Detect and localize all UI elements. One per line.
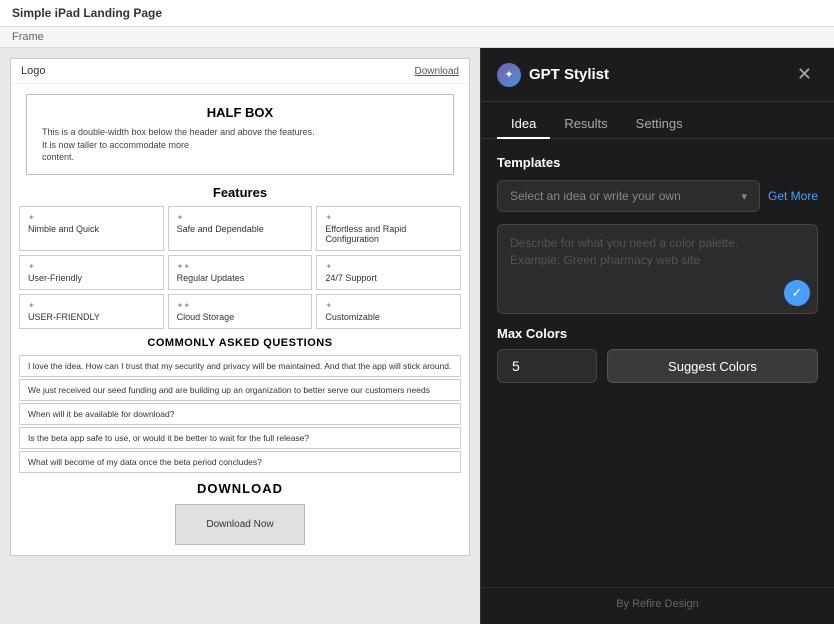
tab-results[interactable]: Results [550, 110, 621, 139]
preview-logo: Logo [21, 65, 45, 77]
faq-item: What will become of my data once the bet… [19, 451, 461, 473]
half-box: HALF BOX This is a double-width box belo… [26, 94, 454, 175]
footer-text: By Refire Design [616, 598, 699, 610]
gpt-icon-symbol: ✦ [504, 68, 513, 81]
feature-icon: ✦ [325, 262, 452, 271]
gpt-panel-title: GPT Stylist [529, 66, 609, 83]
feature-card: ✦✦ Regular Updates [168, 255, 313, 290]
frame-label-text: Frame [12, 31, 44, 43]
gpt-panel-header: ✦ GPT Stylist ✕ [481, 48, 834, 102]
template-dropdown-row: Select an idea or write your own ▾ Get M… [497, 180, 818, 212]
faq-item: When will it be available for download? [19, 403, 461, 425]
features-grid: ✦ Nimble and Quick ✦ Safe and Dependable… [11, 206, 469, 329]
page-title: Simple iPad Landing Page [12, 6, 162, 20]
gpt-footer: By Refire Design [481, 587, 834, 624]
tab-settings[interactable]: Settings [622, 110, 697, 139]
templates-section-label: Templates [497, 155, 818, 170]
faq-items: I love the idea. How can I trust that my… [11, 355, 469, 473]
feature-label: Customizable [325, 312, 452, 322]
colors-row: 5 Suggest Colors [497, 349, 818, 383]
template-dropdown[interactable]: Select an idea or write your own ▾ [497, 180, 760, 212]
feature-card: ✦ Safe and Dependable [168, 206, 313, 251]
feature-icon: ✦ [28, 262, 155, 271]
feature-icon: ✦✦ [177, 262, 304, 271]
gpt-body: Templates Select an idea or write your o… [481, 139, 834, 587]
feature-card: ✦ User-Friendly [19, 255, 164, 290]
feature-icon: ✦ [177, 213, 304, 222]
feature-label: USER-FRIENDLY [28, 312, 155, 322]
suggest-colors-button[interactable]: Suggest Colors [607, 349, 818, 383]
frame-label: Frame [0, 27, 834, 48]
features-title: Features [11, 185, 469, 200]
gpt-icon: ✦ [497, 63, 521, 87]
tab-idea[interactable]: Idea [497, 110, 550, 139]
feature-card: ✦ Customizable [316, 294, 461, 329]
download-btn-area: Download Now [11, 504, 469, 545]
half-box-text: This is a double-width box below the hea… [42, 126, 438, 164]
preview-panel: Logo Download HALF BOX This is a double-… [0, 48, 480, 624]
main-layout: Logo Download HALF BOX This is a double-… [0, 48, 834, 624]
checkmark-icon: ✓ [792, 285, 803, 301]
feature-label: Cloud Storage [177, 312, 304, 322]
faq-item: We just received our seed funding and ar… [19, 379, 461, 401]
feature-card: ✦ Nimble and Quick [19, 206, 164, 251]
feature-card: ✦ 24/7 Support [316, 255, 461, 290]
feature-icon: ✦ [28, 213, 155, 222]
max-colors-label: Max Colors [497, 326, 818, 341]
feature-icon: ✦ [325, 301, 452, 310]
faq-item: Is the beta app safe to use, or would it… [19, 427, 461, 449]
feature-icon: ✦ [325, 213, 452, 222]
preview-frame: Logo Download HALF BOX This is a double-… [10, 58, 470, 556]
close-button[interactable]: ✕ [791, 62, 818, 87]
description-textarea[interactable]: Describe for what you need a color palet… [497, 224, 818, 314]
feature-icon: ✦✦ [177, 301, 304, 310]
feature-label: User-Friendly [28, 273, 155, 283]
feature-card: ✦✦ Cloud Storage [168, 294, 313, 329]
preview-header: Logo Download [11, 59, 469, 84]
feature-label: Nimble and Quick [28, 224, 155, 234]
preview-download-link[interactable]: Download [415, 66, 459, 77]
feature-label: Regular Updates [177, 273, 304, 283]
chevron-down-icon: ▾ [741, 190, 747, 203]
gpt-title-area: ✦ GPT Stylist [497, 63, 609, 87]
download-now-button[interactable]: Download Now [175, 504, 304, 545]
half-box-title: HALF BOX [42, 105, 438, 120]
feature-label: Safe and Dependable [177, 224, 304, 234]
feature-label: Effortless and Rapid Configuration [325, 224, 452, 244]
gpt-stylist-panel: ✦ GPT Stylist ✕ Idea Results Settings Te… [480, 48, 834, 624]
description-textarea-wrapper: Describe for what you need a color palet… [497, 224, 818, 314]
dropdown-placeholder-text: Select an idea or write your own [510, 189, 681, 203]
gpt-tabs: Idea Results Settings [481, 102, 834, 139]
feature-label: 24/7 Support [325, 273, 452, 283]
feature-card: ✦ USER-FRIENDLY [19, 294, 164, 329]
download-section-title: DOWNLOAD [11, 481, 469, 496]
get-more-link[interactable]: Get More [768, 189, 818, 203]
max-colors-input[interactable]: 5 [497, 349, 597, 383]
top-bar: Simple iPad Landing Page [0, 0, 834, 27]
faq-item: I love the idea. How can I trust that my… [19, 355, 461, 377]
faq-title: COMMONLY ASKED QUESTIONS [11, 337, 469, 349]
submit-button[interactable]: ✓ [784, 280, 810, 306]
feature-icon: ✦ [28, 301, 155, 310]
feature-card: ✦ Effortless and Rapid Configuration [316, 206, 461, 251]
